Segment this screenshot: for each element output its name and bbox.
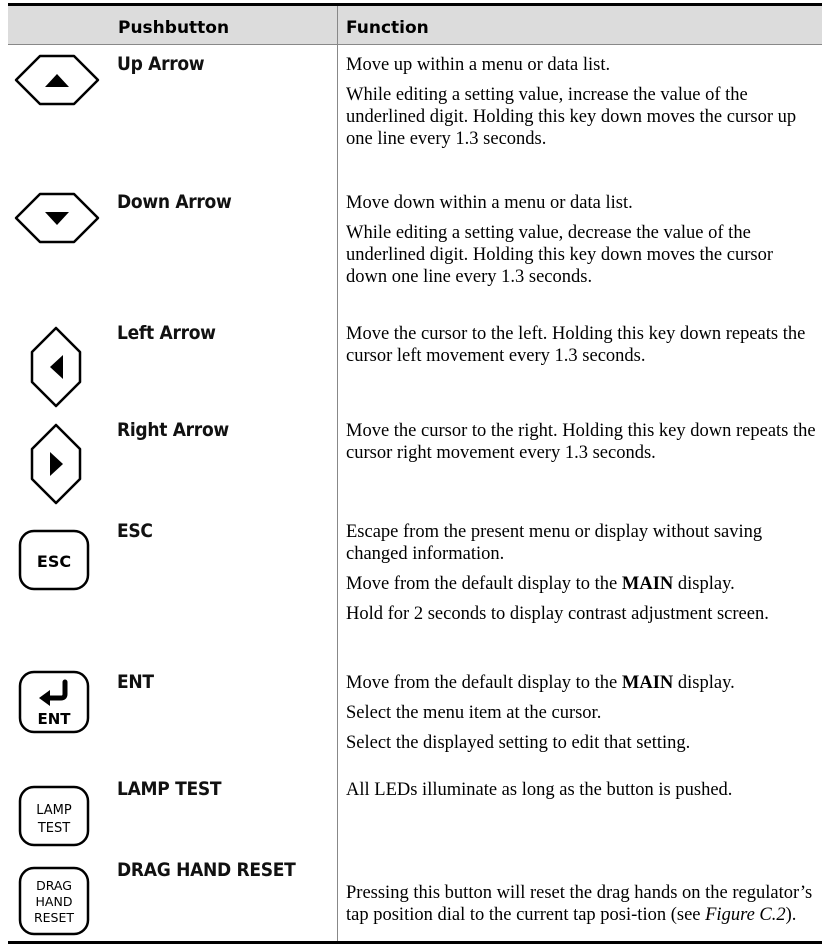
lamp-test-key-icon: LAMP TEST (18, 785, 90, 847)
ent-key-label: ENT (37, 710, 71, 728)
button-name: Right Arrow (117, 419, 229, 441)
button-name: Left Arrow (117, 322, 216, 344)
button-name: LAMP TEST (117, 778, 222, 800)
pushbutton-table: Pushbutton Function Up Arrow Move up wit… (8, 3, 822, 945)
button-name: Up Arrow (117, 53, 205, 75)
right-arrow-key-icon (30, 423, 82, 505)
header-pushbutton: Pushbutton (118, 18, 230, 38)
function-text: Pressing this button will reset the drag… (346, 883, 813, 925)
drag-key-label-1: DRAG (36, 878, 72, 893)
drag-hand-reset-key-icon: DRAG HAND RESET (18, 866, 90, 936)
function-text: Move up within a menu or data list. Whil… (346, 55, 797, 149)
function-text: Move the cursor to the right. Holding th… (346, 421, 816, 463)
left-arrow-key-icon (30, 326, 82, 408)
up-arrow-key-icon (14, 54, 100, 106)
lamp-test-key-label-2: TEST (37, 821, 70, 836)
function-text: All LEDs illuminate as long as the butto… (346, 780, 733, 800)
table-bottom-rule (8, 941, 822, 944)
button-name: DRAG HAND RESET (117, 859, 296, 881)
table-header: Pushbutton Function (8, 6, 822, 45)
column-divider (337, 6, 338, 941)
function-text: Move the cursor to the left. Holding thi… (346, 324, 806, 366)
button-name: ENT (117, 671, 154, 693)
esc-key-icon: ESC (18, 529, 90, 591)
esc-key-label: ESC (37, 552, 71, 571)
header-function: Function (346, 18, 429, 38)
function-text: Escape from the present menu or display … (346, 522, 769, 624)
function-text: Move down within a menu or data list. Wh… (346, 193, 773, 287)
drag-key-label-2: HAND (36, 894, 73, 909)
button-name: ESC (117, 520, 153, 542)
down-arrow-key-icon (14, 192, 100, 244)
function-text: Move from the default display to the MAI… (346, 673, 735, 753)
lamp-test-key-label-1: LAMP (36, 803, 72, 818)
button-name: Down Arrow (117, 191, 232, 213)
drag-key-label-3: RESET (34, 910, 74, 925)
enter-key-icon: ENT (18, 670, 90, 734)
